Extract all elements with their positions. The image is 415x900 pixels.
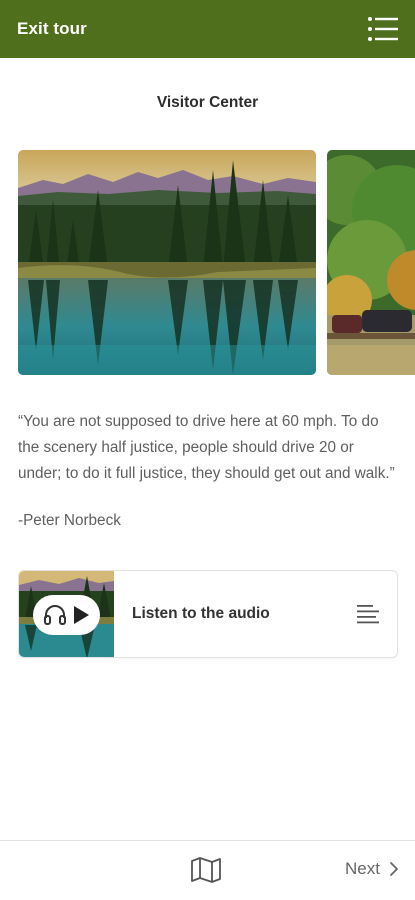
play-audio-button[interactable] [33,595,100,635]
parking-lot-trees-photo[interactable] [327,150,415,375]
exit-tour-button[interactable]: Exit tour [17,19,87,39]
audio-label: Listen to the audio [132,605,270,622]
bottom-bar: Next [0,840,415,900]
audio-thumbnail [19,571,114,657]
quote-text: “You are not supposed to drive here at 6… [18,413,395,482]
quote-author: -Peter Norbeck [18,512,121,529]
stop-title: Visitor Center [156,94,259,111]
headphones-icon [44,605,66,625]
next-label: Next [345,859,380,878]
next-button[interactable]: Next [345,859,399,879]
top-bar: Exit tour [0,0,415,58]
map-icon[interactable] [190,857,222,883]
chevron-right-icon [390,862,398,876]
transcript-lines-icon[interactable] [356,603,380,625]
play-icon [74,606,89,624]
audio-player-card[interactable]: Listen to the audio [18,570,398,658]
mountain-lake-photo[interactable] [18,150,316,375]
photo-carousel[interactable] [18,150,415,375]
list-menu-icon[interactable] [367,15,399,43]
